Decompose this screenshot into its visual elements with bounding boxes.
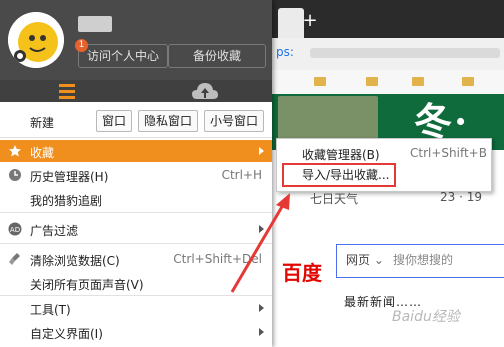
search-scope-label: 网页 xyxy=(346,253,371,267)
broom-icon xyxy=(8,252,22,266)
chevron-right-icon xyxy=(259,225,264,233)
menu-item-clear-data[interactable]: 清除浏览数据(C) Ctrl+Shift+Del xyxy=(0,248,272,270)
menu-icon-row xyxy=(0,80,272,102)
menu-item-history[interactable]: 历史管理器(H) Ctrl+H xyxy=(0,164,272,186)
menu-divider xyxy=(0,243,272,244)
folder-icon[interactable] xyxy=(314,77,326,86)
main-menu-panel: 访问个人中心 1 备份收藏 新建 窗口 隐私窗口 小号窗口 收藏 历史管理器(H… xyxy=(0,0,272,347)
svg-text:AD: AD xyxy=(10,226,20,234)
username-redacted xyxy=(78,16,112,32)
menu-item-label: 自定义界面(I) xyxy=(30,327,103,341)
user-center-button[interactable]: 访问个人中心 xyxy=(78,44,168,68)
notification-badge: 1 xyxy=(75,39,88,52)
menu-divider xyxy=(0,295,272,296)
menu-item-label: 工具(T) xyxy=(30,303,71,317)
menu-item-label: 广告过滤 xyxy=(30,224,79,238)
menu-item-label: 关闭所有页面声音(V) xyxy=(30,278,144,292)
cloud-upload-icon[interactable] xyxy=(190,80,220,102)
folder-icon[interactable] xyxy=(412,77,424,86)
watermark: Baidu经验 xyxy=(392,309,460,325)
menu-item-label: 收藏 xyxy=(30,146,55,160)
avatar[interactable] xyxy=(8,12,64,68)
adblock-icon: AD xyxy=(8,222,22,236)
baidu-logo: 百度 xyxy=(282,261,322,285)
menu-item-mute-all[interactable]: 关闭所有页面声音(V) xyxy=(0,272,272,294)
menu-icon[interactable] xyxy=(55,80,79,102)
menu-item-label: 清除浏览数据(C) xyxy=(30,254,120,268)
menu-item-tools[interactable]: 工具(T) xyxy=(0,297,272,319)
folder-icon[interactable] xyxy=(366,77,378,86)
address-text: ps: xyxy=(276,45,294,59)
search-placeholder: 搜你想搜的 xyxy=(393,253,454,267)
new-label: 新建 xyxy=(30,116,55,130)
temperature: 23 · 19 xyxy=(440,190,482,204)
menu-divider xyxy=(0,212,272,213)
chevron-right-icon xyxy=(259,328,264,336)
search-scope-dropdown[interactable]: 网页 ⌄ xyxy=(346,251,384,268)
star-icon xyxy=(8,144,22,158)
submenu-bookmark-manager[interactable]: 收藏管理器(B) xyxy=(302,146,380,163)
clock-icon xyxy=(8,168,22,182)
chevron-right-icon xyxy=(259,147,264,155)
menu-item-bookmarks[interactable]: 收藏 xyxy=(0,140,272,162)
weather-label[interactable]: 七日天气 xyxy=(310,190,358,207)
bookmark-bar xyxy=(270,70,504,95)
chevron-right-icon xyxy=(259,304,264,312)
menu-divider xyxy=(0,137,272,138)
menu-item-ad-filter[interactable]: AD 广告过滤 xyxy=(0,218,272,240)
menu-item-shortcut: Ctrl+H xyxy=(221,168,262,182)
new-window-button[interactable]: 窗口 xyxy=(96,110,132,132)
backup-bookmarks-button[interactable]: 备份收藏 xyxy=(168,44,266,68)
new-private-window-button[interactable]: 隐私窗口 xyxy=(138,110,198,132)
menu-item-drama-tracker[interactable]: 我的猎豹追剧 xyxy=(0,188,272,210)
menu-item-shortcut: Ctrl+Shift+Del xyxy=(173,252,262,266)
submenu-import-export[interactable]: 导入/导出收藏... xyxy=(302,166,390,183)
address-redacted xyxy=(310,48,500,58)
menu-item-label: 历史管理器(H) xyxy=(30,170,109,184)
chevron-down-icon: ⌄ xyxy=(373,253,384,267)
folder-icon[interactable] xyxy=(462,77,474,86)
menu-item-customize[interactable]: 自定义界面(I) xyxy=(0,321,272,343)
submenu-shortcut: Ctrl+Shift+B xyxy=(410,146,487,160)
new-tab-button[interactable]: + xyxy=(300,10,320,32)
menu-item-label: 我的猎豹追剧 xyxy=(30,194,103,208)
new-alt-window-button[interactable]: 小号窗口 xyxy=(204,110,264,132)
